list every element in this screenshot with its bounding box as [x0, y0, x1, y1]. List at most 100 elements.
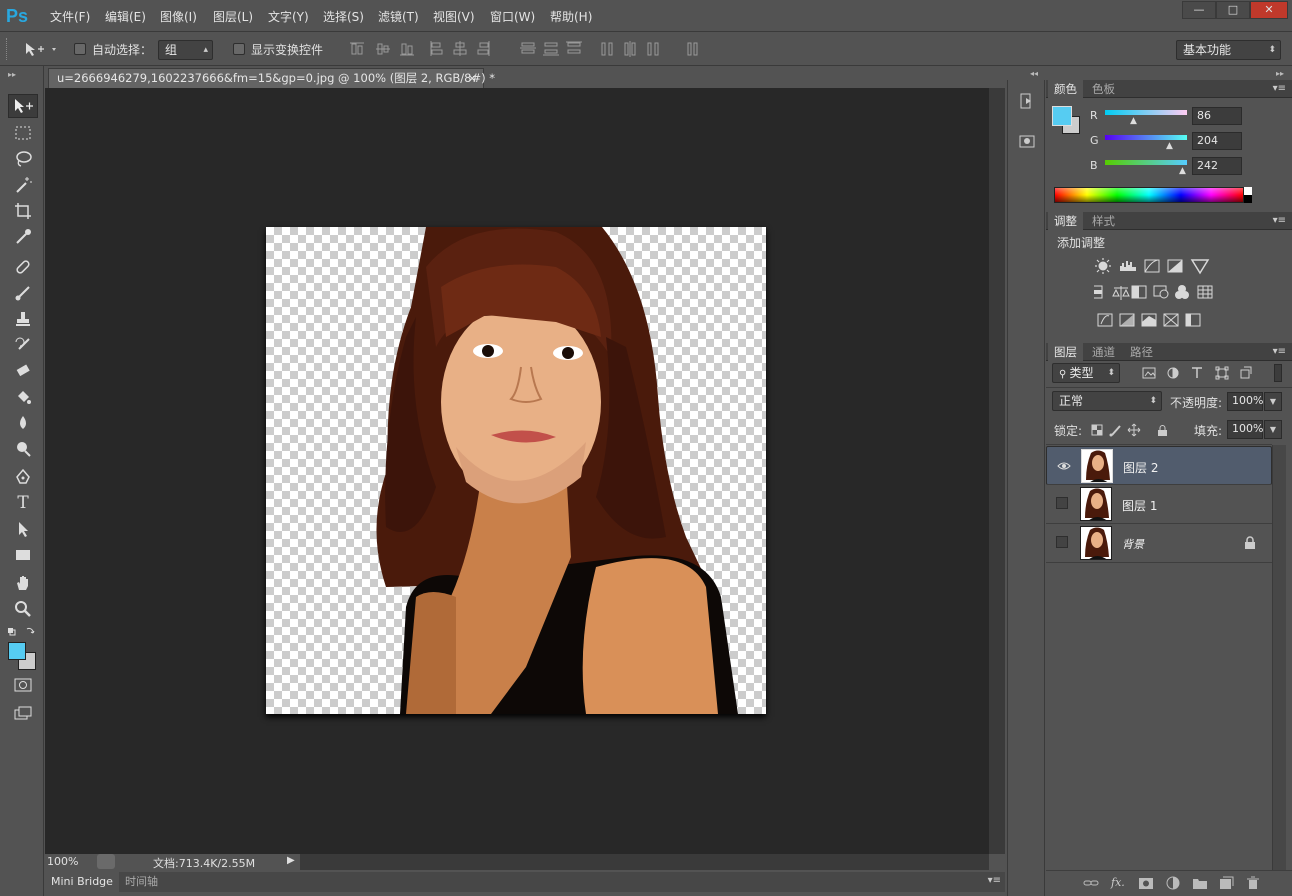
- layer-filter-icons[interactable]: [1140, 366, 1260, 380]
- new-layer-icon[interactable]: [1218, 876, 1234, 890]
- layer-row-2[interactable]: 图层 2: [1046, 446, 1272, 485]
- zoom-tool[interactable]: [10, 598, 36, 620]
- color-spectrum-bar[interactable]: [1054, 187, 1244, 203]
- spectrum-white-swatch[interactable]: [1244, 187, 1252, 195]
- layers-scrollbar[interactable]: [1272, 445, 1286, 870]
- move-tool-preset-icon[interactable]: [24, 40, 60, 58]
- collapse-panels-icon[interactable]: ▸▸: [1276, 69, 1284, 78]
- auto-select-checkbox[interactable]: [74, 43, 86, 55]
- lock-icons[interactable]: [1090, 423, 1170, 437]
- properties-panel-icon[interactable]: [1018, 132, 1036, 150]
- tab-swatches[interactable]: 色板: [1086, 80, 1121, 98]
- move-tool[interactable]: [8, 94, 38, 118]
- path-selection-tool[interactable]: [10, 518, 36, 540]
- link-layers-icon[interactable]: [1083, 876, 1099, 890]
- menu-help[interactable]: 帮助(H): [550, 8, 592, 25]
- collapse-icon[interactable]: ▸▸: [8, 70, 16, 79]
- magic-wand-tool[interactable]: [10, 174, 36, 196]
- channel-b-value[interactable]: 242: [1192, 157, 1242, 175]
- layer-name[interactable]: 图层 2: [1123, 459, 1158, 477]
- clone-stamp-tool[interactable]: [10, 308, 36, 330]
- opacity-input[interactable]: 100%: [1227, 392, 1263, 411]
- tab-layers[interactable]: 图层: [1048, 343, 1083, 361]
- menu-edit[interactable]: 编辑(E): [105, 8, 146, 25]
- vertical-scrollbar[interactable]: [989, 88, 1005, 854]
- hand-tool[interactable]: [10, 572, 36, 594]
- status-preview-icon[interactable]: [97, 854, 115, 869]
- delete-layer-icon[interactable]: [1245, 876, 1261, 890]
- menu-filter[interactable]: 滤镜(T): [378, 8, 419, 25]
- type-tool[interactable]: T: [10, 492, 36, 514]
- collapse-strip-icon[interactable]: ◂◂: [1030, 69, 1038, 78]
- channel-r-thumb[interactable]: ▲: [1130, 116, 1137, 126]
- layer-row-background[interactable]: 背景: [1046, 524, 1272, 563]
- channel-g-value[interactable]: 204: [1192, 132, 1242, 150]
- auto-select-dropdown[interactable]: 组 ▴: [158, 40, 213, 60]
- adjustments-panel-menu-icon[interactable]: ▾≡: [1273, 215, 1286, 226]
- add-mask-icon[interactable]: [1138, 876, 1154, 890]
- status-menu-arrow-icon[interactable]: ▶: [287, 855, 295, 866]
- close-tab-icon[interactable]: ×: [467, 69, 477, 87]
- image-canvas[interactable]: [266, 227, 766, 714]
- workspace-dropdown[interactable]: 基本功能 ⬍: [1176, 40, 1281, 60]
- swap-colors-icon[interactable]: [7, 626, 37, 638]
- marquee-tool[interactable]: [10, 122, 36, 144]
- brush-tool[interactable]: [10, 282, 36, 304]
- layer-name[interactable]: 图层 1: [1122, 497, 1157, 514]
- visibility-eye-icon[interactable]: [1057, 459, 1071, 473]
- history-panel-icon[interactable]: [1018, 92, 1036, 110]
- panel-menu-icon[interactable]: ▾≡: [988, 875, 1001, 886]
- tab-paths[interactable]: 路径: [1124, 343, 1159, 361]
- maximize-button[interactable]: □: [1216, 1, 1250, 19]
- minimize-button[interactable]: —: [1182, 1, 1216, 19]
- horizontal-scrollbar[interactable]: [300, 854, 989, 870]
- document-tab[interactable]: u=2666946279,1602237666&fm=15&gp=0.jpg @…: [48, 68, 495, 88]
- channel-b-thumb[interactable]: ▲: [1179, 166, 1186, 176]
- layer-filter-dropdown[interactable]: ⚲ 类型 ⬍: [1052, 363, 1120, 383]
- layers-panel-menu-icon[interactable]: ▾≡: [1273, 346, 1286, 357]
- lasso-tool[interactable]: [10, 148, 36, 170]
- fill-input[interactable]: 100%: [1227, 420, 1263, 439]
- menu-type[interactable]: 文字(Y): [268, 8, 309, 25]
- tab-mini-bridge[interactable]: Mini Bridge: [45, 872, 119, 892]
- tab-adjustments[interactable]: 调整: [1048, 212, 1083, 230]
- new-group-icon[interactable]: [1192, 876, 1208, 890]
- tab-channels[interactable]: 通道: [1086, 343, 1121, 361]
- history-brush-tool[interactable]: [10, 334, 36, 356]
- visibility-toggle[interactable]: [1056, 536, 1068, 548]
- channel-r-value[interactable]: 86: [1192, 107, 1242, 125]
- fill-dropdown-icon[interactable]: ▼: [1264, 420, 1282, 439]
- zoom-level[interactable]: 100%: [47, 855, 78, 868]
- layer-name[interactable]: 背景: [1122, 536, 1144, 552]
- pen-tool[interactable]: [10, 466, 36, 488]
- screen-mode-icon[interactable]: [10, 702, 36, 724]
- panel-foreground-swatch[interactable]: [1052, 106, 1072, 126]
- channel-g-slider[interactable]: [1105, 135, 1187, 140]
- close-button[interactable]: ✕: [1250, 1, 1288, 19]
- adjustment-icons-grid[interactable]: [1094, 258, 1214, 330]
- channel-b-slider[interactable]: [1105, 160, 1187, 165]
- menu-image[interactable]: 图像(I): [160, 8, 197, 25]
- eyedropper-tool[interactable]: [10, 226, 36, 248]
- show-transform-checkbox[interactable]: [233, 43, 245, 55]
- menu-file[interactable]: 文件(F): [50, 8, 90, 25]
- rectangle-tool[interactable]: [10, 544, 36, 566]
- menu-layer[interactable]: 图层(L): [213, 8, 253, 25]
- opacity-dropdown-icon[interactable]: ▼: [1264, 392, 1282, 411]
- spectrum-black-swatch[interactable]: [1244, 195, 1252, 203]
- blend-mode-dropdown[interactable]: 正常 ⬍: [1052, 391, 1162, 411]
- visibility-toggle[interactable]: [1056, 497, 1068, 509]
- quick-mask-icon[interactable]: [10, 674, 36, 696]
- new-adjustment-layer-icon[interactable]: [1165, 876, 1181, 890]
- blur-tool[interactable]: [10, 412, 36, 434]
- paint-bucket-tool[interactable]: [10, 386, 36, 408]
- menu-select[interactable]: 选择(S): [323, 8, 364, 25]
- tab-styles[interactable]: 样式: [1086, 212, 1121, 230]
- tab-timeline[interactable]: 时间轴: [125, 872, 158, 892]
- color-panel-menu-icon[interactable]: ▾≡: [1273, 83, 1286, 94]
- channel-r-slider[interactable]: [1105, 110, 1187, 115]
- channel-g-thumb[interactable]: ▲: [1166, 141, 1173, 151]
- filter-toggle[interactable]: [1274, 364, 1282, 382]
- menu-view[interactable]: 视图(V): [433, 8, 475, 25]
- tab-color[interactable]: 颜色: [1048, 80, 1083, 98]
